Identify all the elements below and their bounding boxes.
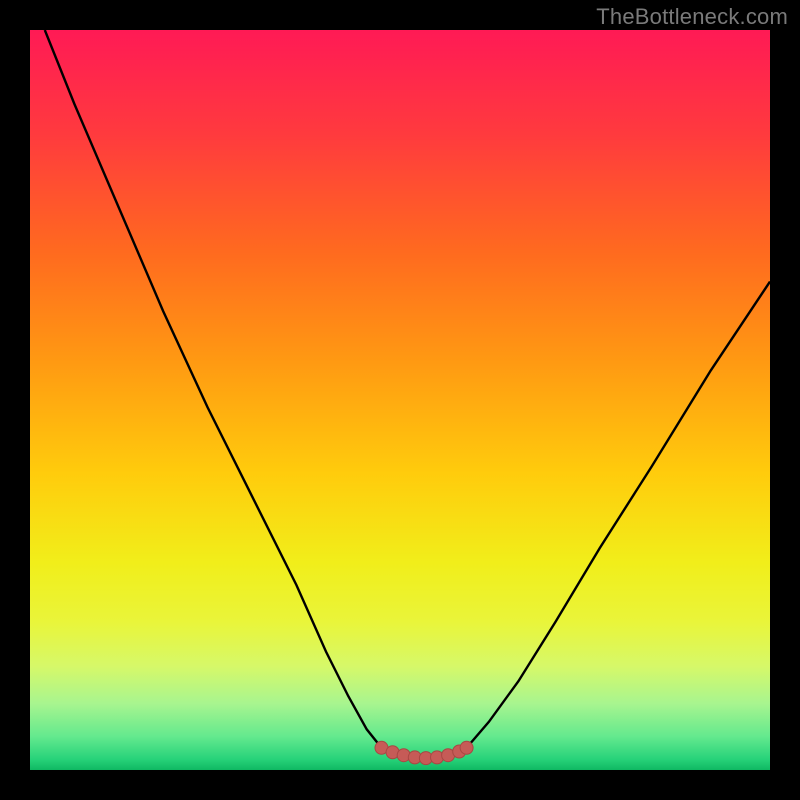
valley-marker <box>460 741 473 754</box>
plot-area <box>30 30 770 770</box>
gradient-background <box>30 30 770 770</box>
chart-frame: TheBottleneck.com <box>0 0 800 800</box>
watermark-text: TheBottleneck.com <box>596 4 788 30</box>
chart-svg <box>30 30 770 770</box>
